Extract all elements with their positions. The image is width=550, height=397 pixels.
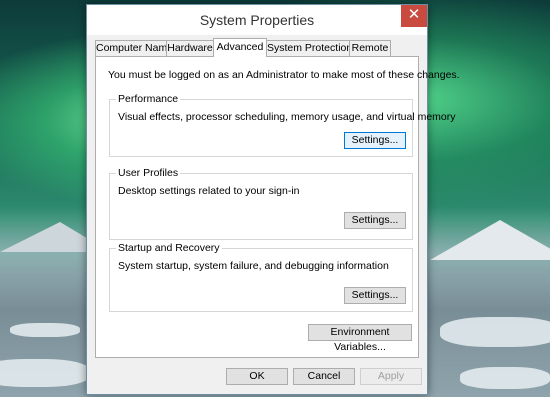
performance-group: Performance Visual effects, processor sc… bbox=[109, 93, 456, 157]
ice-floe bbox=[440, 317, 550, 347]
mountain bbox=[430, 220, 550, 260]
close-icon: ✕ bbox=[407, 6, 421, 23]
startup-recovery-settings-button[interactable]: Settings... bbox=[344, 287, 406, 304]
system-properties-window: System Properties ✕ Computer Name Hardwa… bbox=[86, 4, 460, 395]
performance-label: Performance bbox=[116, 93, 181, 105]
title-bar[interactable]: System Properties ✕ bbox=[87, 5, 427, 35]
user-profiles-label: User Profiles bbox=[116, 167, 181, 179]
user-profiles-group: User Profiles Desktop settings related t… bbox=[109, 167, 413, 240]
cancel-button[interactable]: Cancel bbox=[293, 368, 355, 385]
tab-system-protection[interactable]: System Protection bbox=[266, 40, 352, 57]
tab-advanced[interactable]: Advanced bbox=[213, 38, 267, 57]
tab-computer-name[interactable]: Computer Name bbox=[95, 40, 173, 57]
ice-floe bbox=[10, 323, 80, 337]
window-title: System Properties bbox=[199, 12, 315, 28]
tab-hardware[interactable]: Hardware bbox=[166, 40, 214, 57]
admin-notice: You must be logged on as an Administrato… bbox=[108, 69, 460, 81]
user-profiles-settings-button[interactable]: Settings... bbox=[344, 212, 406, 229]
user-profiles-description: Desktop settings related to your sign-in bbox=[118, 185, 300, 197]
startup-recovery-group: Startup and Recovery System startup, sys… bbox=[109, 242, 413, 312]
performance-settings-button[interactable]: Settings... bbox=[344, 132, 406, 149]
close-button[interactable]: ✕ bbox=[401, 5, 427, 27]
startup-recovery-description: System startup, system failure, and debu… bbox=[118, 260, 389, 272]
tab-remote[interactable]: Remote bbox=[349, 40, 391, 57]
advanced-tab-panel: You must be logged on as an Administrato… bbox=[95, 56, 460, 358]
ok-button[interactable]: OK bbox=[226, 368, 288, 385]
performance-description: Visual effects, processor scheduling, me… bbox=[118, 111, 456, 123]
apply-button[interactable]: Apply bbox=[360, 368, 422, 385]
ice-floe bbox=[460, 367, 550, 389]
startup-recovery-label: Startup and Recovery bbox=[116, 242, 222, 254]
environment-variables-button[interactable]: Environment Variables... bbox=[308, 324, 412, 353]
ice-floe bbox=[0, 359, 90, 387]
